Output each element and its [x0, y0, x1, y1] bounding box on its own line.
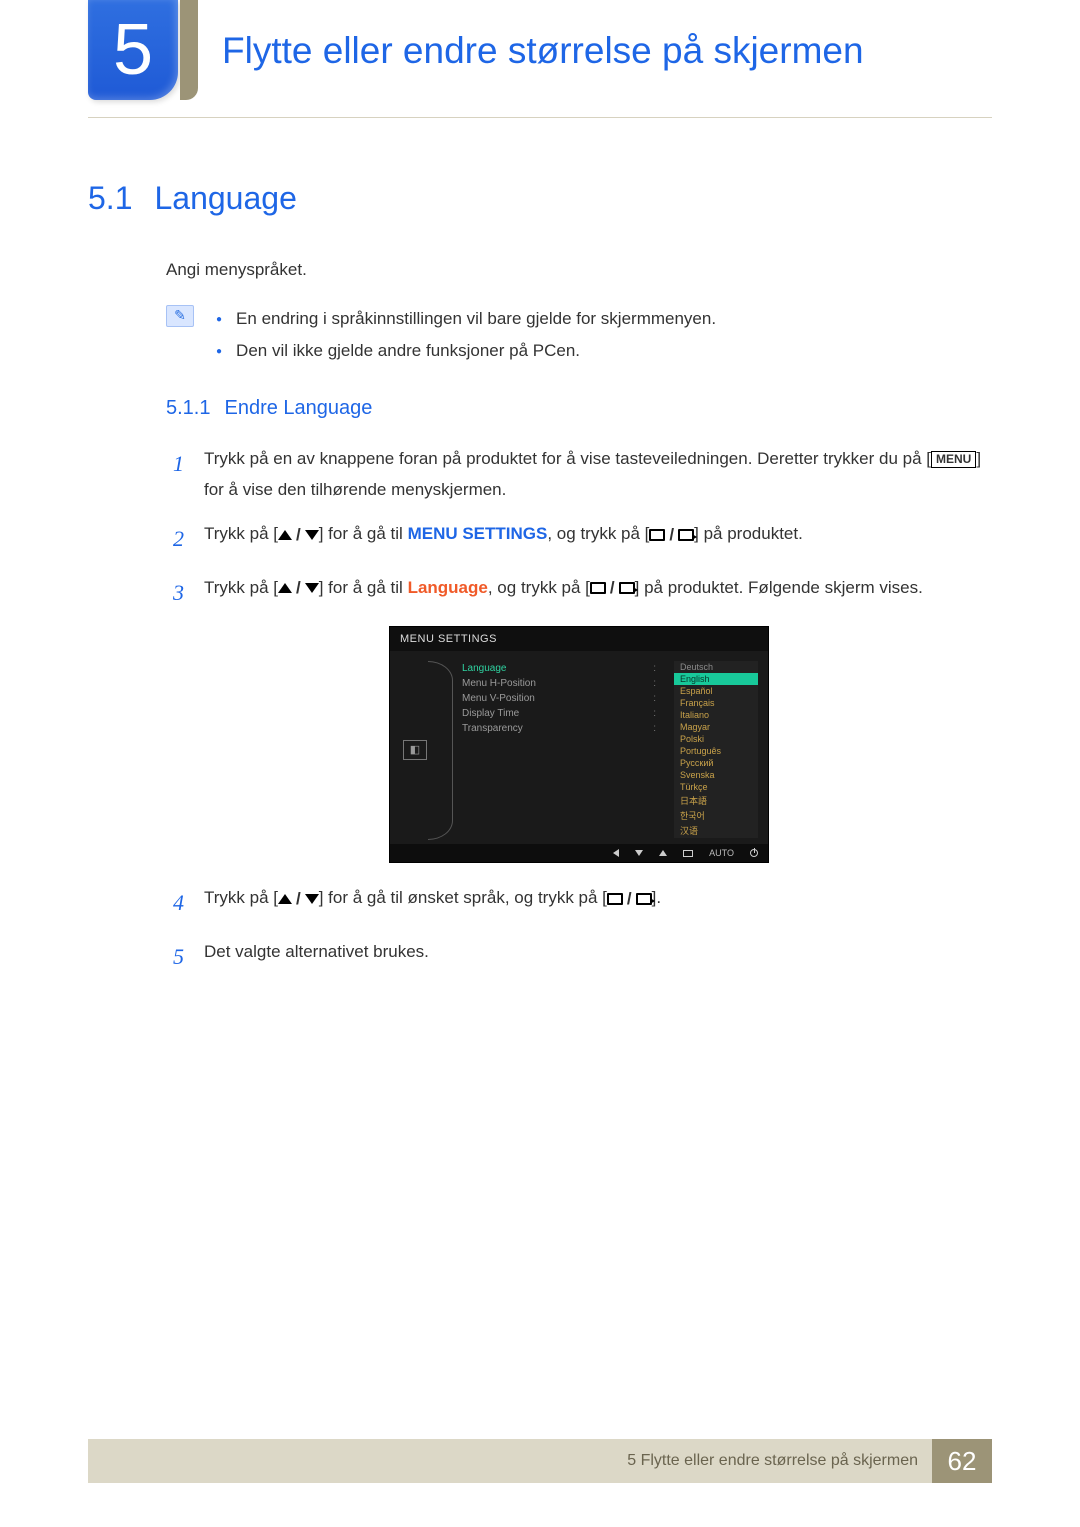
- footer-page-number: 62: [932, 1439, 992, 1483]
- footer-text: 5 Flytte eller endre størrelse på skjerm…: [88, 1439, 932, 1483]
- osd-language-item: Português: [674, 745, 758, 757]
- bullet-icon: ●: [216, 346, 222, 357]
- osd-title: MENU SETTINGS: [390, 627, 768, 651]
- up-down-icon: /: [278, 884, 319, 915]
- enter-source-icon: /: [590, 573, 635, 604]
- osd-menu-item: Display Time:: [462, 706, 666, 721]
- osd-language-item: Türkçe: [674, 781, 758, 793]
- page-content: 5.1 Language Angi menyspråket. ✎ ● En end…: [88, 180, 992, 991]
- step-body: Trykk på [/] for å gå til MENU SETTINGS,…: [204, 519, 992, 559]
- step-3: 3 Trykk på [/] for å gå til Language, og…: [166, 573, 992, 613]
- osd-language-item: English: [674, 673, 758, 685]
- subsection-title: Endre Language: [224, 397, 372, 420]
- note-block: ✎ ● En endring i språkinnstillingen vil b…: [166, 303, 992, 368]
- osd-nav-enter-icon: [683, 850, 693, 857]
- step-body: Trykk på [/] for å gå til Language, og t…: [204, 573, 992, 613]
- osd-language-item: Русский: [674, 757, 758, 769]
- step-body: Trykk på en av knappene foran på produkt…: [204, 444, 992, 505]
- note-item: Den vil ikke gjelde andre funksjoner på …: [236, 341, 580, 360]
- osd-language-item: Polski: [674, 733, 758, 745]
- osd-menu-item: Menu H-Position:: [462, 676, 666, 691]
- osd-language-item: 日本語: [674, 793, 758, 808]
- note-list: ● En endring i språkinnstillingen vil bar…: [216, 303, 716, 368]
- step-5: 5 Det valgte alternativet brukes.: [166, 937, 992, 977]
- step-4: 4 Trykk på [/] for å gå til ønsket språk…: [166, 883, 992, 923]
- up-down-icon: /: [278, 573, 319, 604]
- osd-power-icon: [750, 849, 758, 857]
- osd-nav-up-icon: [659, 850, 667, 856]
- steps-list: 1 Trykk på en av knappene foran på produ…: [166, 444, 992, 977]
- osd-menu-item: Menu V-Position:: [462, 691, 666, 706]
- chapter-badge-accent: [180, 0, 198, 100]
- step-number: 1: [166, 444, 184, 505]
- subsection-number: 5.1.1: [166, 397, 210, 420]
- enter-source-icon: /: [607, 884, 652, 915]
- page-footer: 5 Flytte eller endre størrelse på skjerm…: [88, 1439, 992, 1483]
- osd-menu: Language:Menu H-Position:Menu V-Position…: [462, 661, 666, 838]
- step-number: 4: [166, 883, 184, 923]
- osd-language-item: 汉语: [674, 823, 758, 838]
- osd-nav-left-icon: [613, 849, 619, 857]
- section-title: Language: [154, 180, 296, 217]
- section-number: 5.1: [88, 180, 132, 217]
- osd-screenshot: MENU SETTINGS ◧ Language:Menu H-Position…: [389, 626, 769, 863]
- osd-language-item: Italiano: [674, 709, 758, 721]
- section-heading: 5.1 Language: [88, 180, 992, 217]
- osd-language-item: Magyar: [674, 721, 758, 733]
- osd-auto-label: AUTO: [709, 848, 734, 858]
- note-icon: ✎: [166, 305, 194, 327]
- subsection-heading: 5.1.1 Endre Language: [166, 397, 992, 420]
- section-intro: Angi menyspråket.: [166, 257, 992, 283]
- osd-language-item: Español: [674, 685, 758, 697]
- page-header: 5 Flytte eller endre størrelse på skjerm…: [88, 0, 992, 118]
- enter-source-icon: /: [649, 520, 694, 551]
- osd-language-item: Deutsch: [674, 661, 758, 673]
- menu-badge: MENU: [931, 451, 976, 467]
- note-item: En endring i språkinnstillingen vil bare…: [236, 309, 716, 328]
- osd-menu-item: Transparency:: [462, 721, 666, 736]
- step-number: 2: [166, 519, 184, 559]
- osd-nav-down-icon: [635, 850, 643, 856]
- chapter-title: Flytte eller endre størrelse på skjermen: [222, 30, 864, 72]
- osd-menu-item: Language:: [462, 661, 666, 676]
- step-body: Det valgte alternativet brukes.: [204, 937, 992, 977]
- menu-settings-label: MENU SETTINGS: [408, 524, 548, 543]
- osd-arc: [438, 661, 454, 838]
- chapter-badge: 5: [88, 0, 178, 100]
- step-1: 1 Trykk på en av knappene foran på produ…: [166, 444, 992, 505]
- step-number: 5: [166, 937, 184, 977]
- osd-footer: AUTO: [390, 844, 768, 862]
- osd-language-list: DeutschEnglishEspañolFrançaisItalianoMag…: [674, 661, 758, 838]
- bullet-icon: ●: [216, 314, 222, 325]
- language-label: Language: [408, 578, 488, 597]
- osd-category-icon: ◧: [400, 661, 430, 838]
- osd-language-item: Français: [674, 697, 758, 709]
- step-body: Trykk på [/] for å gå til ønsket språk, …: [204, 883, 992, 923]
- step-2: 2 Trykk på [/] for å gå til MENU SETTING…: [166, 519, 992, 559]
- osd-language-item: 한국어: [674, 808, 758, 823]
- step-number: 3: [166, 573, 184, 613]
- osd-language-item: Svenska: [674, 769, 758, 781]
- up-down-icon: /: [278, 520, 319, 551]
